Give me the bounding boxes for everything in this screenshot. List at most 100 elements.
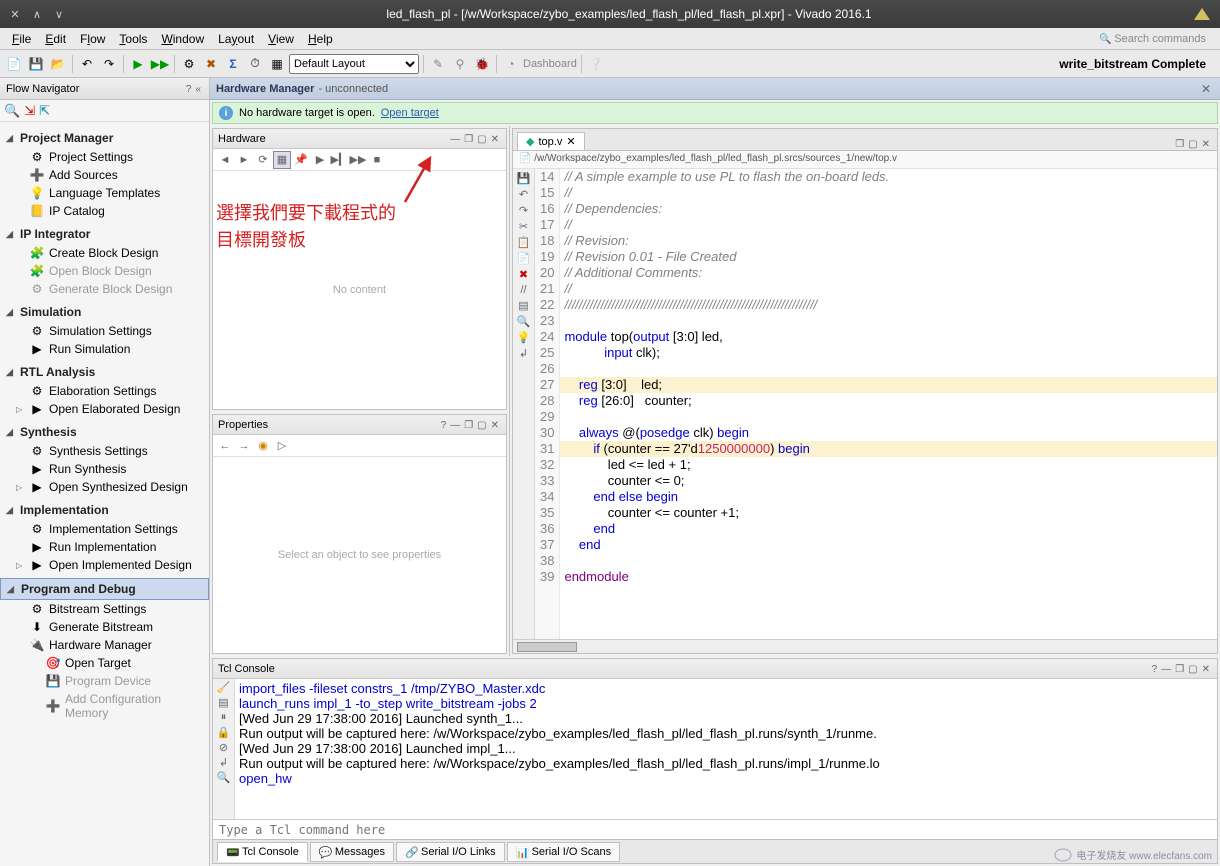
nav-item-hardware-manager[interactable]: 🔌Hardware Manager — [0, 636, 209, 654]
wrap-icon[interactable]: ↲ — [219, 756, 228, 769]
horizontal-scrollbar[interactable] — [513, 639, 1217, 653]
close-icon[interactable]: ✕ — [489, 134, 501, 145]
maximize-icon[interactable]: ▢ — [1186, 664, 1199, 675]
nav-item-open-elaborated-design[interactable]: ▷▶Open Elaborated Design — [0, 400, 209, 418]
close-icon[interactable]: ✕ — [1200, 664, 1212, 675]
find-icon[interactable]: 🔍 — [517, 315, 531, 328]
sigma-icon[interactable]: Σ — [223, 54, 243, 74]
expand-icon[interactable]: ⇲ — [24, 103, 35, 119]
settings-icon[interactable]: ⚙ — [179, 54, 199, 74]
stop-icon[interactable]: ■ — [368, 151, 386, 169]
minimize-icon[interactable]: — — [448, 420, 462, 431]
nav-item-open-implemented-design[interactable]: ▷▶Open Implemented Design — [0, 556, 209, 574]
menu-view[interactable]: View — [262, 30, 300, 48]
grid-icon[interactable]: ▦ — [273, 151, 291, 169]
close-icon[interactable]: ✕ — [1198, 82, 1214, 96]
restore-icon[interactable]: ❐ — [462, 420, 475, 431]
run-step-icon[interactable]: ▶▶ — [150, 54, 170, 74]
pointer-icon[interactable]: ▷ — [273, 437, 291, 455]
close-tab-icon[interactable]: ✕ — [566, 135, 575, 148]
menu-flow[interactable]: Flow — [74, 30, 111, 48]
debug-icon[interactable]: 🐞 — [472, 54, 492, 74]
expand-icon[interactable]: ▤ — [218, 696, 228, 709]
cut-icon[interactable]: ✂ — [519, 220, 528, 233]
minimize-icon[interactable]: ❐ — [1173, 139, 1186, 150]
menu-help[interactable]: Help — [302, 30, 339, 48]
nav-item-run-simulation[interactable]: ▶Run Simulation — [0, 340, 209, 358]
bottom-tab-messages[interactable]: 💬Messages — [310, 842, 394, 862]
minimize-icon[interactable]: — — [1159, 664, 1173, 675]
copy-icon[interactable]: 📋 — [517, 236, 531, 249]
save-icon[interactable]: 💾 — [26, 54, 46, 74]
nav-item-project-settings[interactable]: ⚙Project Settings — [0, 148, 209, 166]
tcl-input[interactable] — [213, 820, 1217, 839]
nav-item-simulation-settings[interactable]: ⚙Simulation Settings — [0, 322, 209, 340]
undo-icon[interactable]: ↶ — [77, 54, 97, 74]
collapse-all-icon[interactable]: ⇱ — [39, 103, 50, 119]
back-icon[interactable]: ← — [216, 437, 234, 455]
help-icon[interactable]: ❔ — [586, 54, 606, 74]
layout-selector[interactable]: Default Layout — [289, 54, 419, 74]
nav-item-implementation-settings[interactable]: ⚙Implementation Settings — [0, 520, 209, 538]
search-nav-icon[interactable]: 🔍 — [4, 103, 20, 119]
timing-icon[interactable]: ⏱ — [245, 54, 265, 74]
cancel-icon[interactable]: ✖ — [201, 54, 221, 74]
scroll-lock-icon[interactable]: 🔒 — [217, 726, 231, 739]
run-icon[interactable]: ▶ — [128, 54, 148, 74]
redo-icon[interactable]: ↷ — [519, 204, 528, 217]
bottom-tab-serial-i-o-links[interactable]: 🔗Serial I/O Links — [396, 842, 505, 862]
nav-item-generate-bitstream[interactable]: ⬇Generate Bitstream — [0, 618, 209, 636]
nav-item-language-templates[interactable]: 💡Language Templates — [0, 184, 209, 202]
help-icon[interactable]: ? — [439, 420, 449, 431]
help-icon[interactable]: ? — [1150, 664, 1160, 675]
section-synthesis[interactable]: ◢Synthesis — [0, 422, 209, 442]
dashboard-label[interactable]: Dashboard — [523, 58, 577, 70]
pin-icon[interactable]: 📌 — [292, 151, 310, 169]
stop-icon[interactable]: ⊘ — [219, 741, 228, 754]
minimize-icon[interactable]: — — [448, 134, 462, 145]
fwd-icon[interactable]: → — [235, 437, 253, 455]
save-icon[interactable]: 💾 — [517, 172, 531, 185]
menu-file[interactable]: File — [6, 30, 37, 48]
open-target-link[interactable]: Open target — [381, 107, 439, 119]
close-icon[interactable]: ✕ — [1200, 139, 1212, 150]
redo-icon[interactable]: ↷ — [99, 54, 119, 74]
highlight-icon[interactable]: ◉ — [254, 437, 272, 455]
nav-item-run-implementation[interactable]: ▶Run Implementation — [0, 538, 209, 556]
dashboard-icon[interactable]: ◔ — [501, 54, 521, 74]
clear-icon[interactable]: 🧹 — [217, 681, 231, 694]
ff-icon[interactable]: ▶▶ — [349, 151, 367, 169]
nav-item-synthesis-settings[interactable]: ⚙Synthesis Settings — [0, 442, 209, 460]
delete-icon[interactable]: ✖ — [519, 268, 528, 281]
collapse-icon[interactable]: « — [193, 84, 203, 95]
close-icon[interactable]: ✕ — [8, 7, 22, 21]
menu-edit[interactable]: Edit — [39, 30, 72, 48]
menu-window[interactable]: Window — [155, 30, 210, 48]
nav-item-ip-catalog[interactable]: 📒IP Catalog — [0, 202, 209, 220]
nav-subitem-open-target[interactable]: 🎯Open Target — [0, 654, 209, 672]
bulb-icon[interactable]: 💡 — [517, 331, 531, 344]
console-output[interactable]: import_files -fileset constrs_1 /tmp/ZYB… — [235, 679, 1217, 819]
maximize-icon[interactable]: ∨ — [52, 7, 66, 21]
menu-tools[interactable]: Tools — [113, 30, 153, 48]
layout-icon[interactable]: ▦ — [267, 54, 287, 74]
play-icon[interactable]: ▶ — [311, 151, 329, 169]
refresh-icon[interactable]: ⟳ — [254, 151, 272, 169]
bottom-tab-serial-i-o-scans[interactable]: 📊Serial I/O Scans — [507, 842, 620, 862]
section-implementation[interactable]: ◢Implementation — [0, 500, 209, 520]
bookmark-icon[interactable]: ▤ — [518, 299, 528, 312]
nav-item-elaboration-settings[interactable]: ⚙Elaboration Settings — [0, 382, 209, 400]
restore-icon[interactable]: ❐ — [1173, 664, 1186, 675]
nav-item-add-sources[interactable]: ➕Add Sources — [0, 166, 209, 184]
nav-item-bitstream-settings[interactable]: ⚙Bitstream Settings — [0, 600, 209, 618]
step-icon[interactable]: ▶▎ — [330, 151, 348, 169]
nav-item-open-synthesized-design[interactable]: ▷▶Open Synthesized Design — [0, 478, 209, 496]
code-area[interactable]: 1415161718192021222324252627282930313233… — [535, 169, 1217, 639]
maximize-icon[interactable]: ▢ — [475, 134, 488, 145]
fwd-icon[interactable]: ► — [235, 151, 253, 169]
editor-tab[interactable]: ◆ top.v ✕ — [517, 132, 585, 150]
back-icon[interactable]: ◄ — [216, 151, 234, 169]
nav-item-run-synthesis[interactable]: ▶Run Synthesis — [0, 460, 209, 478]
maximize-icon[interactable]: ▢ — [1186, 139, 1199, 150]
pause-icon[interactable]: ⏸ — [221, 711, 227, 724]
